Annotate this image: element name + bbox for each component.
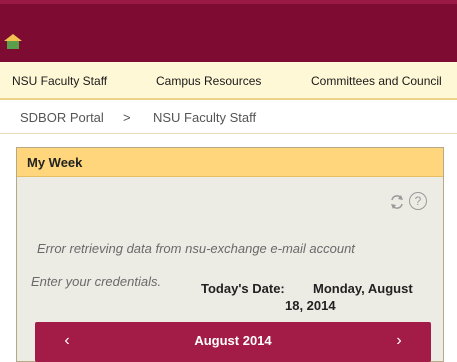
nav-item-committees-and-council[interactable]: Committees and Council: [311, 74, 442, 88]
breadcrumb-separator: >: [123, 110, 131, 125]
breadcrumb: SDBOR Portal > NSU Faculty Staff: [0, 100, 457, 134]
top-stripe: [0, 0, 457, 4]
refresh-icon[interactable]: [389, 194, 405, 210]
home-icon[interactable]: [2, 32, 24, 50]
panel-title: My Week: [27, 155, 83, 170]
nav-item-campus-resources[interactable]: Campus Resources: [156, 74, 261, 88]
today-date-value-line2: 18, 2014: [285, 298, 336, 313]
top-banner: [0, 0, 457, 62]
main-nav: NSU Faculty Staff Campus Resources Commi…: [0, 62, 457, 100]
calendar-month-label: August 2014: [194, 333, 272, 348]
credentials-prompt: Enter your credentials.: [31, 274, 162, 289]
error-message: Error retrieving data from nsu-exchange …: [37, 241, 355, 256]
help-icon[interactable]: ?: [409, 192, 427, 210]
today-date-label: Today's Date:: [201, 281, 285, 296]
nav-item-nsu-faculty-staff[interactable]: NSU Faculty Staff: [12, 74, 107, 88]
breadcrumb-root[interactable]: SDBOR Portal: [20, 110, 104, 125]
today-date-value-line1: Monday, August: [313, 281, 413, 296]
my-week-panel: My Week ? Error retrieving data from nsu…: [16, 147, 444, 362]
panel-header: My Week: [17, 148, 443, 177]
calendar-header-bar: ‹ August 2014 ›: [35, 322, 431, 362]
breadcrumb-current: NSU Faculty Staff: [153, 110, 257, 125]
next-month-button[interactable]: ›: [389, 331, 409, 351]
